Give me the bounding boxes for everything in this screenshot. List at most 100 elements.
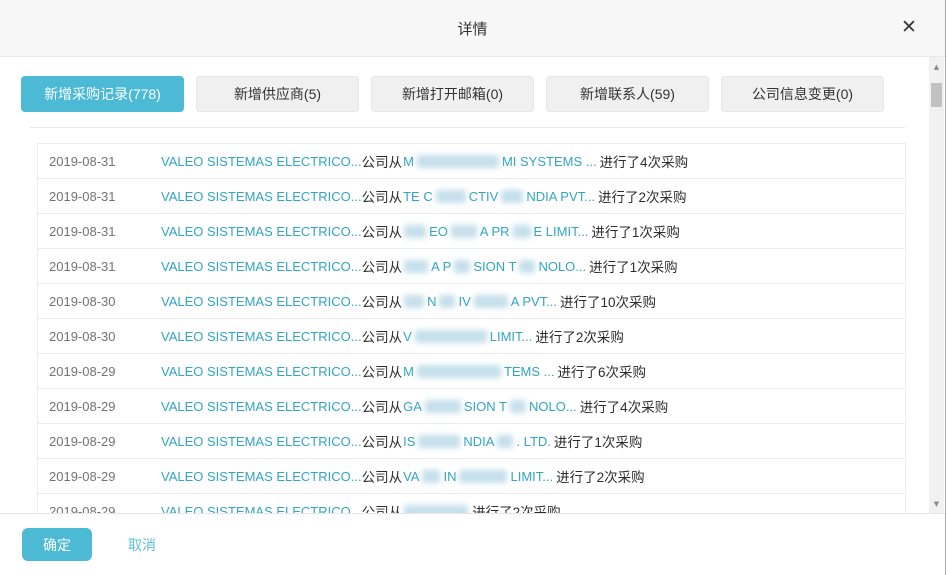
company-link[interactable]: VALEO SISTEMAS ELECTRICO... — [161, 469, 362, 484]
supplier-link-fragment[interactable]: NOLO... — [529, 399, 577, 414]
tab-0[interactable]: 新增采购记录(778) — [21, 76, 184, 112]
row-date: 2019-08-31 — [38, 154, 161, 169]
modal-body: 新增采购记录(778) 新增供应商(5) 新增打开邮箱(0) 新增联系人(59) 公司信… — [0, 57, 929, 513]
row-prefix-text: 公司从 — [362, 221, 403, 241]
row-action-text: 进行了2次采购 — [535, 326, 624, 346]
row-prefix-text: 公司从 — [362, 151, 403, 171]
row-action-text: 进行了6次采购 — [558, 361, 647, 381]
company-link[interactable]: VALEO SISTEMAS ELECTRICO... — [161, 224, 362, 239]
supplier-link-fragment[interactable]: TEMS ... — [504, 364, 555, 379]
row-action-text: 进行了10次采购 — [560, 291, 656, 311]
redacted-supplier-blur — [519, 260, 535, 273]
row-date: 2019-08-30 — [38, 329, 161, 344]
table-row: 2019-08-31VALEO SISTEMAS ELECTRICO...公司从… — [38, 179, 905, 214]
scroll-down-icon[interactable]: ▼ — [929, 496, 944, 511]
supplier-link-fragment[interactable]: E LIMIT... — [534, 224, 589, 239]
company-link[interactable]: VALEO SISTEMAS ELECTRICO... — [161, 189, 362, 204]
company-link[interactable]: VALEO SISTEMAS ELECTRICO... — [161, 294, 362, 309]
redacted-supplier-blur — [417, 365, 501, 378]
supplier-link-fragment[interactable]: LIMIT... — [510, 469, 553, 484]
supplier-link-fragment[interactable]: A PVT... — [511, 294, 557, 309]
row-prefix-text: 公司从 — [362, 256, 403, 276]
supplier-link-fragment[interactable]: NOLO... — [538, 259, 586, 274]
supplier-link-fragment[interactable]: M — [403, 154, 414, 169]
redacted-supplier-blur — [459, 470, 507, 483]
supplier-link-fragment[interactable]: IS — [403, 434, 415, 449]
redacted-supplier-blur — [404, 295, 424, 308]
supplier-link-fragment[interactable]: VA — [403, 469, 419, 484]
supplier-link-fragment[interactable]: GA — [403, 399, 422, 414]
supplier-link-fragment[interactable]: M — [403, 364, 414, 379]
supplier-link-fragment[interactable]: MI SYSTEMS ... — [502, 154, 597, 169]
company-link[interactable]: VALEO SISTEMAS ELECTRICO... — [161, 259, 362, 274]
redacted-supplier-blur — [510, 400, 526, 413]
company-link[interactable]: VALEO SISTEMAS ELECTRICO... — [161, 434, 362, 449]
row-date: 2019-08-29 — [38, 504, 161, 514]
tab-3[interactable]: 新增联系人(59) — [546, 76, 709, 112]
supplier-link-fragment[interactable]: A PR — [480, 224, 510, 239]
redacted-supplier-blur — [404, 505, 468, 514]
supplier-link-fragment[interactable]: SION T — [473, 259, 516, 274]
row-date: 2019-08-31 — [38, 259, 161, 274]
tab-2[interactable]: 新增打开邮箱(0) — [371, 76, 534, 112]
row-date: 2019-08-30 — [38, 294, 161, 309]
supplier-link-fragment[interactable]: IV — [458, 294, 470, 309]
table-row: 2019-08-29VALEO SISTEMAS ELECTRICO...公司从… — [38, 494, 905, 513]
company-link[interactable]: VALEO SISTEMAS ELECTRICO... — [161, 364, 362, 379]
modal-title: 详情 — [457, 18, 487, 39]
redacted-supplier-blur — [501, 190, 523, 203]
table-row: 2019-08-31VALEO SISTEMAS ELECTRICO...公司从… — [38, 249, 905, 284]
row-prefix-text: 公司从 — [362, 291, 403, 311]
tab-4[interactable]: 公司信息变更(0) — [721, 76, 884, 112]
vertical-scrollbar[interactable]: ▲ ▼ — [929, 57, 944, 513]
row-prefix-text: 公司从 — [362, 361, 403, 381]
scroll-up-icon[interactable]: ▲ — [929, 59, 944, 74]
tabs-divider — [30, 127, 905, 128]
redacted-supplier-blur — [418, 435, 460, 448]
row-action-text: 进行了4次采购 — [580, 396, 669, 416]
supplier-link-fragment[interactable]: NDIA — [463, 434, 494, 449]
company-link[interactable]: VALEO SISTEMAS ELECTRICO... — [161, 504, 362, 514]
supplier-link-fragment[interactable]: A P — [431, 259, 451, 274]
company-link[interactable]: VALEO SISTEMAS ELECTRICO... — [161, 399, 362, 414]
table-row: 2019-08-29VALEO SISTEMAS ELECTRICO...公司从… — [38, 389, 905, 424]
table-row: 2019-08-29VALEO SISTEMAS ELECTRICO...公司从… — [38, 459, 905, 494]
row-prefix-text: 公司从 — [362, 501, 403, 513]
row-action-text: 进行了1次采购 — [589, 256, 678, 276]
supplier-link-fragment[interactable]: TE C — [403, 189, 433, 204]
table-row: 2019-08-30VALEO SISTEMAS ELECTRICO...公司从… — [38, 284, 905, 319]
supplier-link-fragment[interactable]: SION T — [464, 399, 507, 414]
row-prefix-text: 公司从 — [362, 326, 403, 346]
supplier-link-fragment[interactable]: N — [427, 294, 436, 309]
table-row: 2019-08-31VALEO SISTEMAS ELECTRICO...公司从… — [38, 214, 905, 249]
table-row: 2019-08-31VALEO SISTEMAS ELECTRICO...公司从… — [38, 144, 905, 179]
cancel-button[interactable]: 取消 — [128, 535, 156, 555]
scrollbar-thumb[interactable] — [931, 83, 942, 107]
row-date: 2019-08-29 — [38, 434, 161, 449]
row-action-text: 进行了2次采购 — [598, 186, 687, 206]
tab-1[interactable]: 新增供应商(5) — [196, 76, 359, 112]
redacted-supplier-blur — [425, 400, 461, 413]
row-action-text: 进行了1次采购 — [591, 221, 680, 241]
modal-header: 详情 ✕ — [0, 0, 945, 57]
redacted-supplier-blur — [404, 260, 428, 273]
row-prefix-text: 公司从 — [362, 431, 403, 451]
company-link[interactable]: VALEO SISTEMAS ELECTRICO... — [161, 329, 362, 344]
supplier-link-fragment[interactable]: LIMIT... — [490, 329, 533, 344]
company-link[interactable]: VALEO SISTEMAS ELECTRICO... — [161, 154, 362, 169]
supplier-link-fragment[interactable]: . LTD. — [516, 434, 550, 449]
row-action-text: 进行了2次采购 — [472, 501, 561, 513]
redacted-supplier-blur — [422, 470, 440, 483]
confirm-button[interactable]: 确定 — [22, 528, 92, 561]
supplier-link-fragment[interactable]: IN — [443, 469, 456, 484]
redacted-supplier-blur — [474, 295, 508, 308]
supplier-link-fragment[interactable]: NDIA PVT... — [526, 189, 595, 204]
redacted-supplier-blur — [497, 435, 513, 448]
tab-bar: 新增采购记录(778) 新增供应商(5) 新增打开邮箱(0) 新增联系人(59) 公司信… — [21, 76, 929, 112]
table-row: 2019-08-29VALEO SISTEMAS ELECTRICO...公司从… — [38, 424, 905, 459]
supplier-link-fragment[interactable]: V — [403, 329, 412, 344]
supplier-link-fragment[interactable]: EO — [429, 224, 448, 239]
table-row: 2019-08-30VALEO SISTEMAS ELECTRICO...公司从… — [38, 319, 905, 354]
close-icon[interactable]: ✕ — [897, 15, 921, 39]
supplier-link-fragment[interactable]: CTIV — [469, 189, 499, 204]
